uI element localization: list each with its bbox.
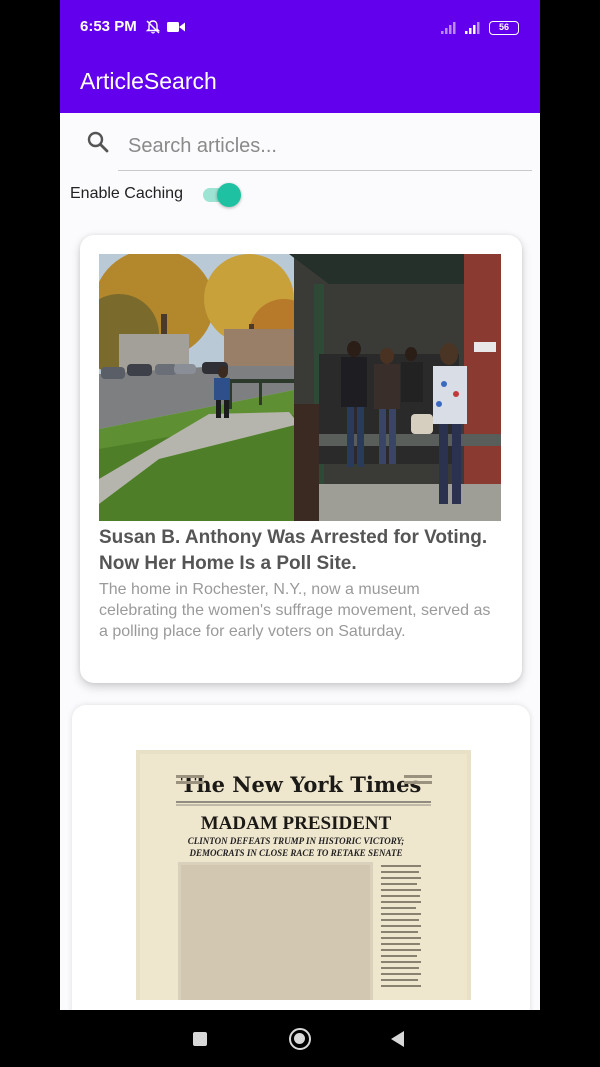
polling-site-photo [99,254,501,521]
navigation-bar [60,1010,540,1067]
newspaper-headline: MADAM PRESIDENT [201,813,392,834]
article-image: The New York Times MADAM PRESIDENT CLINT… [136,750,471,1000]
article-card[interactable]: The New York Times MADAM PRESIDENT CLINT… [72,705,530,1010]
video-camera-icon [167,22,185,32]
article-card[interactable]: Susan B. Anthony Was Arrested for Voting… [80,235,522,683]
app-title: ArticleSearch [80,68,217,94]
back-icon[interactable] [390,1030,406,1048]
signal-icon [465,22,480,34]
signal-icon [441,22,456,34]
article-image [99,254,501,521]
search-input[interactable] [118,123,532,171]
newspaper-subhead: CLINTON DEFEATS TRUMP IN HISTORIC VICTOR… [188,836,404,846]
enable-caching-label: Enable Caching [70,185,183,202]
status-bar: 6:53 PM 56 [60,0,540,56]
home-button[interactable] [289,1028,311,1050]
app-bar: ArticleSearch [60,56,540,113]
article-abstract: The home in Rochester, N.Y., now a museu… [99,581,491,640]
search-icon[interactable] [86,130,110,154]
newspaper-front-page: The New York Times MADAM PRESIDENT CLINT… [136,750,471,1000]
status-time: 6:53 PM [80,18,137,35]
phone-screen: 6:53 PM 56 ArticleSearch Search articles… [60,0,540,1067]
enable-caching-switch[interactable] [201,183,241,207]
recent-apps-button[interactable] [193,1032,207,1046]
article-title: Susan B. Anthony Was Arrested for Voting… [99,527,488,574]
switch-thumb [217,183,241,207]
bell-off-icon [145,20,161,34]
newspaper-subhead: DEMOCRATS IN CLOSE RACE TO RETAKE SENATE [189,848,403,858]
main-content[interactable]: Enable Caching [60,113,540,1010]
battery-icon: 56 [489,21,519,35]
newspaper-masthead: The New York Times [181,772,422,797]
